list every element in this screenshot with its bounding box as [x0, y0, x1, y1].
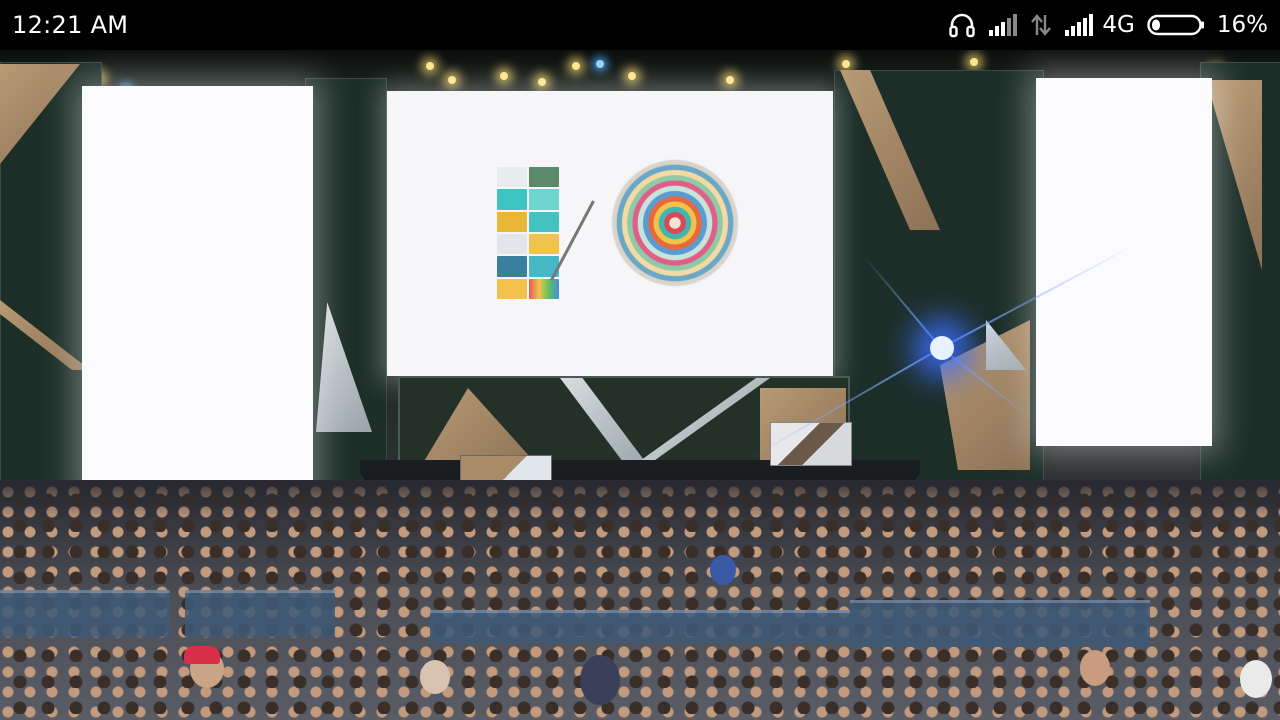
blue-spotlight [930, 336, 954, 360]
stage-light [448, 76, 456, 84]
photo-thumbnail [497, 189, 527, 210]
stage-light [572, 62, 580, 70]
crowd-barrier [430, 610, 850, 643]
stage-light [842, 60, 850, 68]
metal-panel [560, 378, 650, 468]
crowd-barrier [185, 590, 335, 637]
record-disc-graphic [613, 161, 737, 285]
metal-panel [630, 378, 770, 468]
crowd-shadow [0, 480, 1280, 520]
audience-member [710, 555, 736, 585]
signal-strength-icon [988, 13, 1018, 37]
stage-light [596, 60, 604, 68]
red-cap [184, 646, 220, 664]
battery-icon [1147, 13, 1205, 37]
stage-light [628, 72, 636, 80]
photo-thumbnail [529, 211, 559, 232]
stage-light [426, 62, 434, 70]
audience-member [420, 660, 450, 694]
photo-thumbnail [529, 278, 559, 299]
audience-member [580, 655, 620, 705]
crowd-barrier [0, 590, 170, 637]
main-screen [387, 91, 833, 376]
side-screen-left [82, 86, 313, 500]
network-type-label: 4G [1102, 12, 1135, 38]
photo-thumbnail [497, 278, 527, 299]
data-transfer-icon [1030, 13, 1052, 37]
signal-strength-icon [1064, 13, 1094, 37]
status-time: 12:21 AM [12, 11, 129, 39]
side-screen-right [1036, 78, 1212, 446]
photo-thumbnail [497, 256, 527, 277]
stage-light [500, 72, 508, 80]
stage-light [726, 76, 734, 84]
stage-light [538, 78, 546, 86]
crowd-barrier [850, 600, 1150, 647]
photo-thumbnail [529, 189, 559, 210]
keynote-stage-photo [0, 50, 1280, 720]
audience-member [1080, 650, 1110, 686]
battery-percent: 16% [1216, 12, 1268, 38]
status-icons: 4G 16% [948, 8, 1268, 42]
audience-member [1240, 660, 1272, 698]
stage-light [970, 58, 978, 66]
photo-thumbnail [497, 211, 527, 232]
headset-icon [948, 12, 976, 38]
podium [770, 422, 852, 466]
photo-thumbnail [497, 234, 527, 255]
status-bar: 12:21 AM 4G 16% [0, 0, 1280, 50]
photo-thumbnail [529, 234, 559, 255]
photo-thumbnail [497, 167, 527, 188]
stage-tower [305, 78, 387, 510]
photo-thumbnail [529, 167, 559, 188]
